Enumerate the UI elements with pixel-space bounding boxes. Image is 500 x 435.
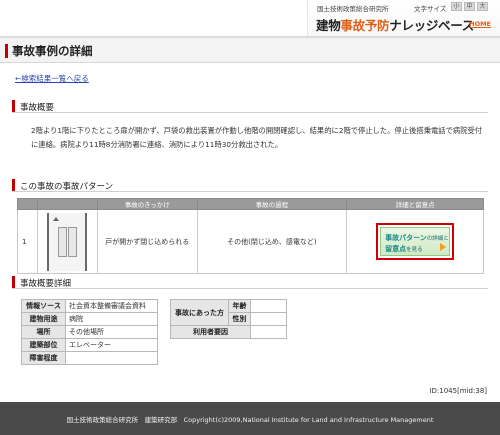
section-summary-heading: 事故概要	[12, 100, 488, 113]
detail-cell: 事故パターンの詳細と 留意点を見る	[346, 209, 484, 274]
section-detail-heading: 事故概要詳細	[12, 276, 488, 289]
section-detail-label: 事故概要詳細	[20, 279, 72, 289]
row-value: 病院	[65, 312, 158, 326]
detail-button-line1: 事故パターンの詳細と	[385, 233, 449, 243]
brand-box: 国土技術政策総合研究所 文字サイズ 小 中 大 建物事故予防ナレッジベース HO…	[307, 0, 500, 36]
section-summary-label: 事故概要	[20, 103, 55, 113]
text-size-small-button[interactable]: 小	[451, 2, 462, 11]
detail-button-main2: 留意点	[385, 245, 407, 253]
row-value	[65, 351, 158, 365]
pattern-table-header: 事故のきっかけ 事故の過程 詳細と留意点	[17, 198, 484, 210]
row-label: 場所	[21, 325, 66, 339]
row-value: エレベーター	[65, 338, 158, 352]
row-label: 利用者要因	[170, 325, 251, 339]
site-header: 国土技術政策総合研究所 文字サイズ 小 中 大 建物事故予防ナレッジベース HO…	[0, 0, 500, 36]
row-label: 建築部位	[21, 338, 66, 352]
logo-prefix: 建物	[316, 18, 341, 33]
org-name: 国土技術政策総合研究所	[317, 5, 389, 13]
page-title: 事故事例の詳細	[12, 44, 93, 58]
table-row: 1 戸が開かず閉じ込められる その他(閉じ込め、感電など) 事故パターンの詳細と…	[17, 209, 484, 274]
detail-button-face: 事故パターンの詳細と 留意点を見る	[380, 227, 451, 256]
text-size-label: 文字サイズ	[414, 5, 447, 13]
detail-button-line2: 留意点を見る	[385, 244, 423, 254]
site-logo[interactable]: 建物事故予防ナレッジベース	[316, 15, 474, 34]
row-value	[250, 299, 287, 313]
table-row: 場所 その他場所	[21, 325, 158, 339]
detail-info-table: 情報ソース 社会資本整備審議会資料 建物用途 病院 場所 その他場所 建築部位 …	[21, 299, 158, 365]
elevator-image	[47, 212, 88, 271]
logo-suffix: ナレッジベース	[389, 18, 474, 33]
pattern-image-cell	[36, 209, 98, 274]
row-number: 1	[17, 209, 38, 274]
row-value: 社会資本整備審議会資料	[65, 299, 158, 313]
detail-button-small1: の詳細と	[426, 236, 449, 242]
footer-copyright: 国土技術政策総合研究所 建築研究部 Copyright(c)2009,Natio…	[66, 416, 434, 424]
record-id: ID:1045[mid:38]	[429, 387, 487, 395]
section-marker	[12, 276, 15, 288]
victim-info-table: 事故にあった方 年齢 性別 利用者要因	[170, 299, 287, 339]
section-pattern-label: この事故の事故パターン	[20, 182, 114, 192]
play-arrow-icon	[440, 243, 447, 251]
text-size-large-button[interactable]: 大	[477, 2, 488, 11]
row-label: 情報ソース	[21, 299, 66, 313]
text-size-medium-button[interactable]: 中	[464, 2, 475, 11]
home-link[interactable]: HOME	[469, 20, 491, 28]
view-pattern-detail-button[interactable]: 事故パターンの詳細と 留意点を見る	[376, 223, 455, 260]
elevator-door-right	[68, 226, 78, 257]
site-footer: 国土技術政策総合研究所 建築研究部 Copyright(c)2009,Natio…	[0, 402, 500, 435]
row-value	[250, 312, 287, 326]
header-num	[17, 198, 38, 210]
accident-pattern-table: 事故のきっかけ 事故の過程 詳細と留意点 1 戸が開かず閉じ込められる その他(…	[17, 198, 484, 274]
table-row: 建物用途 病院	[21, 312, 158, 326]
row-label: 年齢	[228, 299, 251, 313]
table-row: 建築部位 エレベーター	[21, 338, 158, 352]
row-label: 障害程度	[21, 351, 66, 365]
section-marker	[12, 100, 15, 112]
summary-text: 2階より1階に下りたところ扉が開かず、戸袋の救出装置が作動し他階の開閉確認し、結…	[31, 126, 483, 149]
header-process: 事故の過程	[196, 198, 348, 210]
logo-accent: 事故予防	[340, 18, 390, 33]
table-row: 情報ソース 社会資本整備審議会資料	[21, 299, 158, 313]
row-value	[250, 325, 287, 339]
section-pattern-heading: この事故の事故パターン	[12, 179, 488, 192]
table-row: 利用者要因	[170, 325, 287, 339]
elevator-door-left	[58, 226, 68, 257]
header-detail: 詳細と留意点	[346, 198, 484, 210]
elevator-arrow-icon	[53, 216, 60, 221]
back-to-results-link[interactable]: ←検索結果一覧へ戻る	[15, 73, 89, 84]
detail-button-small2: を見る	[406, 247, 423, 253]
table-row: 事故にあった方 年齢	[170, 299, 287, 326]
table-row: 障害程度	[21, 351, 158, 365]
detail-button-main1: 事故パターン	[385, 234, 427, 242]
title-marker	[5, 44, 8, 58]
page-title-bar: 事故事例の詳細	[0, 38, 500, 63]
header-image	[36, 198, 98, 210]
trigger-cell: 戸が開かず閉じ込められる	[96, 209, 198, 274]
header-trigger: 事故のきっかけ	[96, 198, 198, 210]
row-value: その他場所	[65, 325, 158, 339]
section-marker	[12, 179, 15, 191]
row-label: 建物用途	[21, 312, 66, 326]
victim-group-label: 事故にあった方	[170, 299, 229, 326]
row-label: 性別	[228, 312, 251, 326]
process-cell: その他(閉じ込め、感電など)	[196, 209, 348, 274]
